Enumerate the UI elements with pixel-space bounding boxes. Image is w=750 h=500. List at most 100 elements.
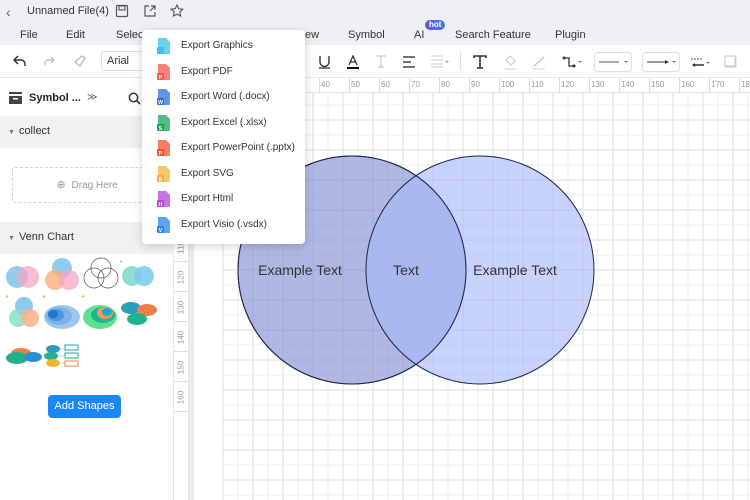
venn-3-circle-color-shape[interactable]: [44, 256, 80, 294]
menu-bar: File Edit Select ew Symbol AI Search Fea…: [0, 24, 750, 45]
venn-ellipse-3d-shape[interactable]: [120, 300, 158, 328]
export-menu-item-label: Export Visio (.vsdx): [181, 218, 267, 230]
undo-icon[interactable]: [13, 55, 27, 67]
drag-here-dropzone[interactable]: ⊕ Drag Here: [12, 167, 162, 203]
menu-search-feature[interactable]: Search Feature: [455, 29, 531, 41]
venn-flow-shape[interactable]: [44, 344, 80, 368]
line-spacing-icon[interactable]: [430, 55, 450, 68]
line-style-select[interactable]: [594, 52, 632, 72]
line-color-icon[interactable]: [532, 55, 546, 70]
venn-2-circle-shape[interactable]: [4, 262, 42, 292]
export-menu-item[interactable]: S Export SVG: [142, 162, 305, 187]
menu-file[interactable]: File: [20, 29, 38, 41]
ruler-tick: [559, 78, 560, 93]
ruler-tick: [499, 78, 500, 93]
ruler-tick: [439, 78, 440, 93]
ruler-tick-label: 50: [351, 80, 360, 89]
venn-center-label[interactable]: Text: [393, 262, 419, 278]
star-icon[interactable]: [170, 4, 184, 18]
venn-nested-blue-shape[interactable]: [42, 293, 82, 333]
export-menu-item-label: Export Html: [181, 193, 234, 204]
search-icon[interactable]: [128, 92, 141, 105]
toolbar-divider: [460, 52, 461, 70]
venn-2-circle-teal-shape[interactable]: [118, 256, 160, 292]
fill-color-icon[interactable]: [503, 55, 517, 70]
menu-edit[interactable]: Edit: [66, 29, 85, 41]
svg-text:P: P: [159, 74, 163, 80]
library-icon: [9, 92, 22, 104]
ruler-tick: [174, 291, 189, 292]
export-word-icon: W: [157, 89, 170, 106]
text-style-icon[interactable]: [375, 55, 387, 68]
underline-icon[interactable]: [318, 55, 331, 69]
ruler-tick-label: 140: [176, 330, 186, 345]
align-icon[interactable]: [402, 56, 416, 68]
back-icon[interactable]: ‹: [6, 4, 11, 20]
ruler-tick-label: 130: [176, 300, 186, 315]
save-icon[interactable]: [115, 4, 129, 18]
line-weight-icon[interactable]: [690, 56, 712, 70]
add-shapes-button[interactable]: Add Shapes: [48, 395, 121, 418]
export-menu-item[interactable]: V Export Visio (.vsdx): [142, 213, 305, 238]
ruler-tick-label: 110: [531, 80, 544, 89]
redo-icon[interactable]: [43, 56, 55, 66]
text-tool-icon[interactable]: [473, 55, 487, 69]
panel-title[interactable]: Symbol ...: [29, 92, 81, 104]
ruler-tick: [739, 78, 740, 93]
ruler-tick-label: 160: [681, 80, 695, 89]
share-icon[interactable]: [143, 4, 157, 18]
line-style-preview: [599, 61, 628, 63]
export-svg-icon: S: [157, 165, 170, 182]
drag-here-label: Drag Here: [71, 180, 118, 191]
venn-nested-green-shape[interactable]: [80, 293, 120, 333]
svg-text:S: S: [159, 125, 163, 131]
ruler-tick-label: 80: [441, 80, 450, 89]
ruler-tick: [649, 78, 650, 93]
ruler-tick-label: 180: [741, 80, 750, 89]
ruler-tick-label: 100: [501, 80, 515, 89]
section-label: Venn Chart: [18, 231, 74, 243]
ruler-tick-label: 60: [381, 80, 390, 89]
export-menu-item-label: Export PDF: [181, 65, 233, 77]
export-menu-item[interactable]: P Export PDF: [142, 60, 305, 85]
export-menu-item[interactable]: S Export Excel (.xlsx): [142, 111, 305, 136]
ruler-tick-label: 150: [651, 80, 665, 89]
export-menu-item[interactable]: W Export Word (.docx): [142, 85, 305, 110]
ruler-tick: [174, 261, 189, 262]
ruler-tick-label: 140: [621, 80, 635, 89]
export-graphics-icon: [157, 38, 170, 54]
ruler-tick: [409, 78, 410, 93]
venn-3-circle-pastel-shape[interactable]: [3, 293, 43, 333]
export-excel-icon: S: [157, 114, 170, 131]
more-tools-icon[interactable]: [724, 55, 737, 68]
ruler-tick: [679, 78, 680, 93]
font-color-icon[interactable]: [346, 55, 360, 70]
connector-icon[interactable]: [562, 55, 584, 69]
venn-stacked-ellipse-shape[interactable]: [5, 346, 43, 366]
ruler-tick: [709, 78, 710, 93]
menu-symbol[interactable]: Symbol: [348, 29, 385, 41]
ruler-tick-label: 120: [561, 80, 575, 89]
export-menu-item[interactable]: P Export PowerPoint (.pptx): [142, 136, 305, 161]
ruler-tick: [174, 381, 189, 382]
export-menu-item-label: Export PowerPoint (.pptx): [181, 142, 295, 153]
ruler-tick: [589, 78, 590, 93]
venn-left-label[interactable]: Example Text: [258, 262, 342, 278]
venn-3-circle-outline-shape[interactable]: [83, 256, 119, 294]
venn-right-label[interactable]: Example Text: [473, 262, 557, 278]
export-visio-icon: V: [157, 216, 170, 233]
export-menu-item-label: Export Graphics: [181, 40, 253, 51]
hot-badge: hot: [425, 20, 446, 30]
expand-panel-icon[interactable]: ≫: [87, 92, 97, 103]
collapse-caret-icon: ▼: [8, 129, 15, 136]
arrow-style-select[interactable]: [642, 52, 680, 72]
format-painter-icon[interactable]: [73, 55, 86, 67]
export-menu-item[interactable]: Export Graphics: [142, 34, 305, 59]
menu-view[interactable]: ew: [305, 29, 319, 41]
menu-ai[interactable]: AI: [414, 29, 424, 41]
file-name[interactable]: Unnamed File(4): [27, 5, 109, 17]
export-menu-item[interactable]: H Export Html: [142, 187, 305, 212]
ruler-tick: [319, 78, 320, 93]
ruler-tick-label: 40: [321, 80, 330, 89]
menu-plugin[interactable]: Plugin: [555, 29, 586, 41]
